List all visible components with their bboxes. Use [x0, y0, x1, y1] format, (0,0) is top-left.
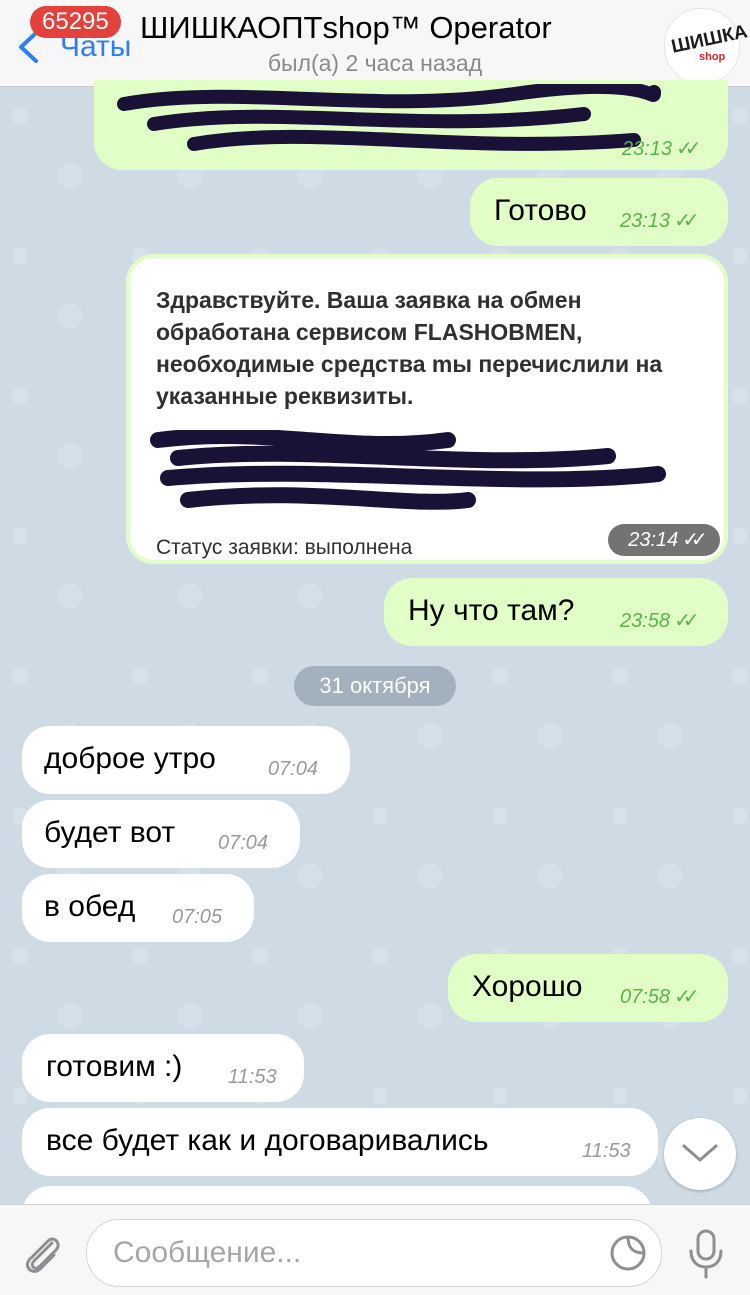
date-divider: 31 октября	[294, 666, 456, 706]
message-time: 11:53	[582, 1140, 631, 1162]
message-image-outgoing[interactable]: Здравствуйте. Ваша заявка на обмен обраб…	[126, 254, 728, 564]
message-time: 23:14	[628, 529, 679, 551]
message-text: будет вот	[44, 816, 176, 849]
message-bubble-incoming[interactable]: доброе утро 07:04	[22, 726, 350, 794]
message-time: 23:58	[620, 610, 671, 632]
sticker-icon[interactable]	[609, 1234, 647, 1272]
message-input-wrapper	[86, 1219, 662, 1287]
paperclip-icon[interactable]	[20, 1229, 64, 1277]
message-time: 07:05	[172, 906, 223, 928]
message-time: 07:04	[268, 758, 319, 780]
chat-title[interactable]: ШИШКАОПТshop™ Operator	[140, 10, 552, 46]
exchange-status: Статус заявки: выполнена	[156, 536, 413, 559]
message-composer	[0, 1204, 750, 1295]
avatar-logo-sub: shop	[699, 51, 726, 63]
double-check-icon: ✓✓	[674, 610, 699, 632]
message-time: 23:13	[620, 210, 671, 232]
message-time-pill: 23:14 ✓✓	[608, 524, 720, 556]
redaction-scribble	[117, 84, 661, 151]
avatar[interactable]: ШИШКА shop	[664, 8, 749, 84]
message-text: Хорошо	[472, 970, 583, 1003]
message-bubble-incoming[interactable]: будет вот 07:04	[22, 800, 300, 868]
last-seen-status: был(а) 2 часа назад	[267, 50, 483, 76]
message-bubble-outgoing[interactable]: 23:13 ✓✓	[94, 80, 728, 170]
message-text: готовим :)	[46, 1050, 183, 1083]
unread-badge: 65295	[30, 6, 121, 38]
message-bubble-incoming[interactable]: в обед 07:05	[22, 874, 254, 942]
message-text: в обед	[44, 890, 136, 923]
message-bubble-outgoing[interactable]: Готово 23:13 ✓✓	[470, 178, 728, 246]
double-check-icon: ✓✓	[682, 529, 707, 551]
double-check-icon: ✓✓	[674, 986, 699, 1008]
image-text: Здравствуйте. Ваша заявка на обмен обраб…	[156, 287, 663, 409]
message-time: 23:13	[622, 138, 673, 160]
message-bubble-outgoing[interactable]: Ну что там? 23:58 ✓✓	[384, 578, 728, 646]
message-text: все будет как и договаривались	[46, 1124, 489, 1157]
message-bubble-incoming[interactable]: все будет как и договаривались 11:53	[22, 1108, 658, 1176]
chevron-down-icon	[682, 1144, 718, 1162]
message-text: Готово	[494, 194, 587, 227]
image-content: Здравствуйте. Ваша заявка на обмен обраб…	[130, 258, 724, 560]
message-bubble-incoming[interactable]: готовим :) 11:53	[22, 1034, 304, 1102]
message-text: доброе утро	[44, 742, 216, 775]
message-bubble-outgoing[interactable]: Хорошо 07:58 ✓✓	[448, 954, 728, 1022]
double-check-icon: ✓✓	[676, 138, 701, 160]
scroll-to-bottom-button[interactable]	[664, 1118, 736, 1190]
redaction-scribble	[150, 430, 666, 510]
message-text: Ну что там?	[408, 594, 575, 627]
double-check-icon: ✓✓	[674, 210, 699, 232]
message-input[interactable]	[111, 1220, 585, 1286]
message-time: 07:04	[218, 832, 269, 854]
message-time: 07:58	[620, 986, 671, 1008]
microphone-icon[interactable]	[686, 1229, 726, 1279]
chat-header: Чаты 65295 ШИШКАОПТshop™ Operator был(а)…	[0, 0, 750, 87]
message-time: 11:53	[228, 1066, 277, 1088]
